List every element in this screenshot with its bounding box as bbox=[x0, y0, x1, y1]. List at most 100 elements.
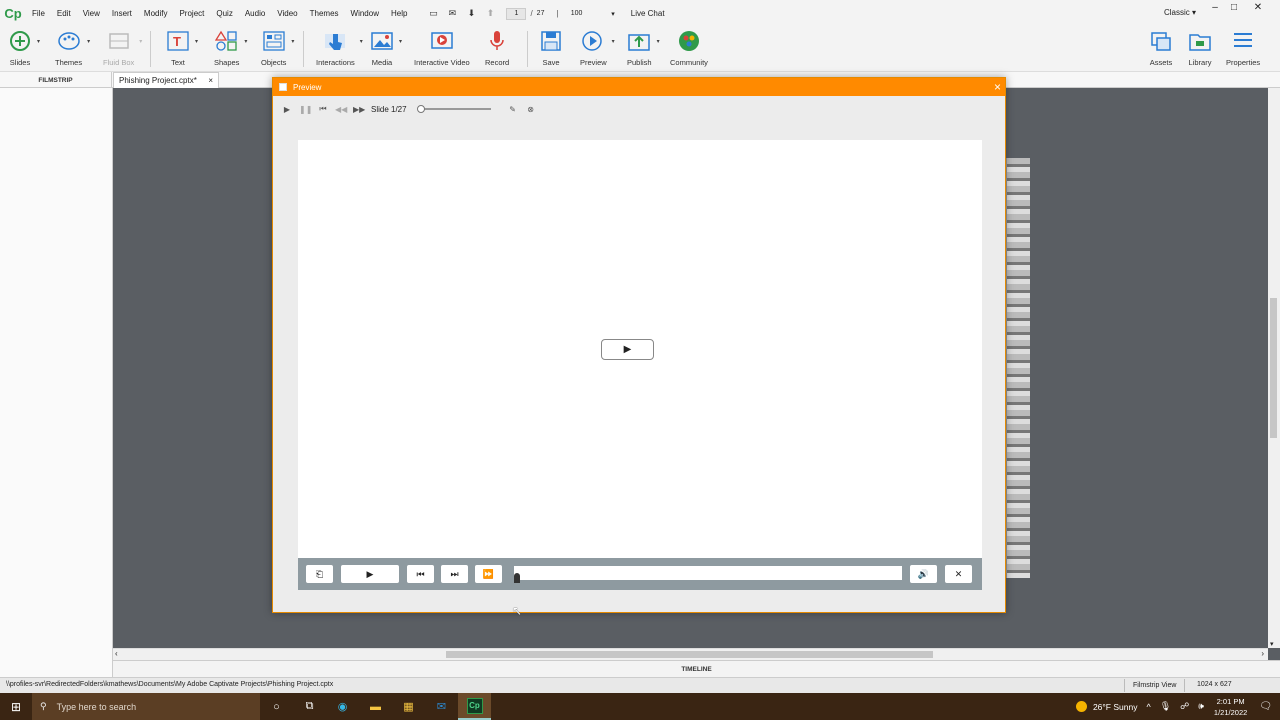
menu-quiz[interactable]: Quiz bbox=[210, 9, 238, 18]
volume-icon[interactable]: 🕪 bbox=[1198, 701, 1204, 712]
network-icon[interactable]: ☍ bbox=[1180, 701, 1189, 712]
progress-handle[interactable] bbox=[514, 573, 520, 583]
play-button[interactable]: ▶ bbox=[341, 565, 399, 583]
community-button[interactable]: Community bbox=[670, 29, 708, 67]
comment-icon[interactable]: ▭ bbox=[427, 8, 439, 19]
shapes-button[interactable]: ▾ Shapes bbox=[214, 29, 247, 67]
cortana-icon[interactable]: ○ bbox=[260, 693, 293, 720]
vertical-scrollbar[interactable]: ▾ bbox=[1268, 88, 1280, 648]
live-chat-link[interactable]: Live Chat bbox=[631, 9, 665, 18]
mail-icon[interactable]: ✉ bbox=[425, 693, 458, 720]
notification-icon[interactable]: 🗨 bbox=[1259, 701, 1272, 712]
menu-view[interactable]: View bbox=[77, 9, 106, 18]
properties-button[interactable]: Properties bbox=[1226, 29, 1260, 67]
arrow-down-icon[interactable]: ⬇ bbox=[465, 8, 477, 19]
scroll-thumb[interactable] bbox=[1270, 298, 1277, 438]
menu-video[interactable]: Video bbox=[271, 9, 303, 18]
file-explorer-icon[interactable]: ▬ bbox=[359, 693, 392, 720]
objects-label: Objects bbox=[261, 58, 287, 67]
captivate-logo: Cp bbox=[4, 6, 22, 21]
preview-slider[interactable] bbox=[416, 105, 491, 113]
weather-text[interactable]: 26°F Sunny bbox=[1093, 702, 1138, 712]
objects-button[interactable]: ▾ Objects bbox=[261, 29, 294, 67]
slides-button[interactable]: ▾ Slides bbox=[8, 29, 40, 67]
microphone-icon bbox=[485, 29, 509, 53]
menu-project[interactable]: Project bbox=[173, 9, 210, 18]
chevron-up-icon[interactable]: ^ bbox=[1146, 702, 1150, 712]
mail-icon[interactable]: ✉ bbox=[446, 8, 458, 19]
play-icon[interactable]: ▶ bbox=[281, 105, 293, 114]
record-button[interactable]: Record bbox=[485, 29, 509, 67]
progress-bar[interactable] bbox=[514, 566, 902, 583]
save-label: Save bbox=[542, 58, 560, 67]
text-button[interactable]: T ▾ Text bbox=[166, 29, 198, 67]
scroll-down-icon[interactable]: ▾ bbox=[1270, 640, 1274, 648]
menu-edit[interactable]: Edit bbox=[51, 9, 77, 18]
shapes-icon bbox=[214, 29, 239, 53]
close-tab-icon[interactable]: × bbox=[208, 76, 213, 85]
workspace-label: Classic bbox=[1164, 8, 1190, 17]
previous-button[interactable]: ⏮ bbox=[407, 565, 434, 583]
arrow-up-icon[interactable]: ⬆ bbox=[484, 8, 496, 19]
settings-icon[interactable]: ⊗ bbox=[525, 105, 537, 114]
text-label: Text bbox=[171, 58, 185, 67]
document-tab[interactable]: Phishing Project.cptx* × bbox=[113, 72, 219, 88]
close-icon[interactable]: × bbox=[994, 80, 1001, 94]
library-button[interactable]: Library bbox=[1188, 29, 1212, 67]
close-button[interactable]: ✕ bbox=[945, 565, 972, 583]
scroll-right-icon[interactable]: › bbox=[1261, 649, 1264, 658]
current-slide-field[interactable]: 1 bbox=[506, 7, 527, 20]
menu-help[interactable]: Help bbox=[385, 9, 413, 18]
close-icon[interactable]: ✕ bbox=[1249, 2, 1267, 13]
edge-icon[interactable]: ◉ bbox=[326, 693, 359, 720]
audio-button[interactable]: 🔊 bbox=[910, 565, 937, 583]
exit-button[interactable]: ⎗ bbox=[306, 565, 333, 583]
pause-icon[interactable]: ❚❚ bbox=[299, 105, 312, 114]
forward-icon[interactable]: ▶▶ bbox=[353, 105, 365, 114]
horizontal-scrollbar[interactable]: ‹ › bbox=[113, 648, 1268, 660]
themes-button[interactable]: ▾ Themes bbox=[55, 29, 90, 67]
back-icon[interactable]: ◀◀ bbox=[335, 105, 347, 114]
play-icon: ▶ bbox=[366, 568, 374, 579]
interactive-video-button[interactable]: Interactive Video bbox=[414, 29, 470, 67]
assets-button[interactable]: Assets bbox=[1149, 29, 1173, 67]
preview-button[interactable]: ▾ Preview bbox=[580, 29, 615, 67]
slider-knob[interactable] bbox=[416, 105, 425, 113]
community-icon bbox=[677, 29, 701, 53]
scroll-left-icon[interactable]: ‹ bbox=[115, 649, 118, 658]
timeline-label: TIMELINE bbox=[681, 665, 712, 673]
menu-window[interactable]: Window bbox=[345, 9, 385, 18]
publish-label: Publish bbox=[627, 58, 652, 67]
interactive-video-label: Interactive Video bbox=[414, 58, 470, 67]
maximize-icon[interactable]: □ bbox=[1225, 2, 1243, 13]
media-button[interactable]: ▾ Media bbox=[370, 29, 402, 67]
menu-file[interactable]: File bbox=[26, 9, 51, 18]
task-view-icon[interactable]: ⧉ bbox=[293, 693, 326, 720]
menu-themes[interactable]: Themes bbox=[304, 9, 345, 18]
interactions-button[interactable]: ▾ Interactions bbox=[316, 29, 363, 67]
captivate-taskbar-icon[interactable]: Cp bbox=[458, 693, 491, 720]
rewind-icon[interactable]: ⏮ bbox=[317, 104, 329, 114]
clock[interactable]: 2:01 PM 1/21/2022 bbox=[1214, 696, 1247, 718]
fast-forward-button[interactable]: ⏩ bbox=[475, 565, 502, 583]
fluid-box-button[interactable]: ▾ Fluid Box bbox=[103, 29, 142, 67]
taskbar-search[interactable]: ⚲ Type here to search bbox=[32, 693, 260, 720]
menu-insert[interactable]: Insert bbox=[106, 9, 138, 18]
menu-audio[interactable]: Audio bbox=[239, 9, 271, 18]
minimize-icon[interactable]: – bbox=[1206, 2, 1224, 13]
pencil-icon[interactable]: ✎ bbox=[507, 105, 519, 114]
menu-modify[interactable]: Modify bbox=[138, 9, 174, 18]
save-button[interactable]: Save bbox=[539, 29, 563, 67]
next-button[interactable]: ⏭ bbox=[441, 565, 468, 583]
preview-titlebar[interactable]: Preview × bbox=[273, 78, 1005, 96]
zoom-select[interactable]: 100 ▾ bbox=[569, 8, 617, 20]
microphone-icon[interactable]: 🎙 bbox=[1160, 701, 1171, 712]
store-icon[interactable]: ▦ bbox=[392, 693, 425, 720]
workspace-switcher[interactable]: Classic ▾ bbox=[1164, 8, 1196, 17]
windows-start-icon[interactable]: ⊞ bbox=[0, 693, 32, 720]
scroll-thumb[interactable] bbox=[446, 651, 933, 658]
timeline-panel-header[interactable]: TIMELINE bbox=[113, 660, 1280, 677]
publish-button[interactable]: ▾ Publish bbox=[627, 29, 660, 67]
weather-sun-icon[interactable] bbox=[1075, 701, 1087, 712]
play-button[interactable]: ▶ bbox=[601, 339, 654, 360]
